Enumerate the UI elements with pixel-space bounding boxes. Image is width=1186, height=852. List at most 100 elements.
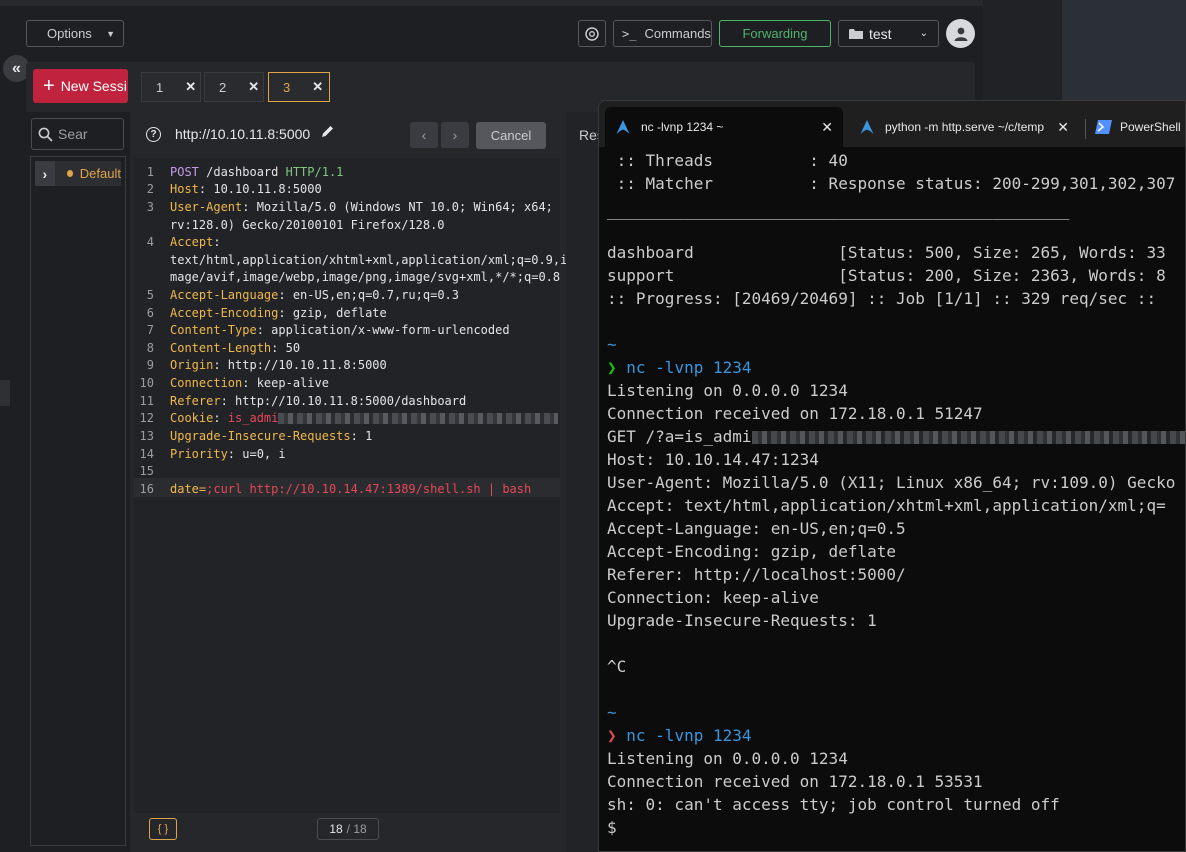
header-line: User-Agent: Mozilla/5.0 (Windows NT 10.0… xyxy=(170,200,553,214)
line-number: 12 xyxy=(139,411,154,425)
header-key: Content-Type xyxy=(170,323,257,337)
terminal-tab[interactable]: PowerShell xyxy=(1095,107,1185,147)
line-number: 15 xyxy=(139,464,154,478)
chevron-down-icon: ⌄ xyxy=(919,28,928,39)
header-key: Priority xyxy=(170,447,228,461)
terminal-line: dashboard [Status: 500, Size: 265, Words… xyxy=(607,243,1166,262)
forwarding-button[interactable]: Forwarding xyxy=(719,20,831,47)
header-value: : gzip, deflate xyxy=(278,306,387,320)
header-key: Cookie xyxy=(170,411,214,425)
terminal-tab-title: PowerShell xyxy=(1120,120,1181,134)
terminal-line: Listening on 0.0.0.0 1234 xyxy=(607,381,848,400)
terminal-line: Connection received on 172.18.0.1 51247 xyxy=(607,404,983,423)
terminal-command: nc -lvnp 1234 xyxy=(616,358,752,377)
browser-button[interactable] xyxy=(578,20,606,47)
cancel-button[interactable]: Cancel xyxy=(476,122,546,149)
header-value: : http://10.10.11.8:5000/dashboard xyxy=(220,394,467,408)
search-icon xyxy=(38,127,53,142)
previous-icon[interactable]: ‹ xyxy=(410,122,438,148)
terminal-line: :: Matcher : Response status: 200-299,30… xyxy=(607,174,1176,193)
header-line: Content-Length: 50 xyxy=(170,341,300,355)
cookie-value: is_admi xyxy=(227,411,279,425)
terminal-line: Connection received on 172.18.0.1 53531 xyxy=(607,772,983,791)
line-number: 6 xyxy=(146,306,154,320)
line-number: 13 xyxy=(139,429,154,443)
header-key: User-Agent xyxy=(170,200,243,214)
line-number: 4 xyxy=(146,235,154,249)
line-number: 2 xyxy=(146,182,154,196)
edit-icon[interactable] xyxy=(320,124,336,140)
search-input[interactable]: Sear xyxy=(31,118,124,150)
commands-button[interactable]: >_ Commands xyxy=(613,20,712,47)
terminal-line: Connection: keep-alive xyxy=(607,588,819,607)
header-key: Origin xyxy=(170,358,214,372)
status-dot-icon xyxy=(66,170,73,177)
folder-icon xyxy=(849,28,863,39)
chevron-right-icon[interactable]: › xyxy=(35,161,55,186)
close-icon[interactable]: ✕ xyxy=(312,79,323,95)
request-url[interactable]: http://10.10.11.8:5000 xyxy=(175,126,310,142)
line-number: 8 xyxy=(146,341,154,355)
terminal-line-text: GET /?a=is_admi xyxy=(607,427,752,446)
close-icon[interactable]: ✕ xyxy=(248,79,259,95)
page-total: / 18 xyxy=(346,822,367,836)
body-key: date= xyxy=(170,482,207,496)
header-key: Referer xyxy=(170,394,221,408)
header-key: Host xyxy=(170,182,199,196)
new-session-button[interactable]: + New Sessi xyxy=(33,69,128,103)
header-value-continued: mage/avif,image/webp,image/png,image/svg… xyxy=(170,270,561,284)
close-icon[interactable]: ✕ xyxy=(821,119,833,136)
format-json-button[interactable]: { } xyxy=(149,818,177,840)
header-value: : u=0, i xyxy=(227,447,286,461)
terminal-shell-prompt[interactable]: $ xyxy=(607,818,617,837)
header-value: : http://10.10.11.8:5000 xyxy=(213,358,387,372)
session-item-default[interactable]: › Default xyxy=(35,161,121,186)
page-indicator[interactable]: 18 / 18 xyxy=(317,818,379,840)
terminal-line: sh: 0: can't access tty; job control tur… xyxy=(607,795,1060,814)
terminal-line: Accept-Language: en-US,en;q=0.5 xyxy=(607,519,906,538)
header-key: Accept xyxy=(170,235,214,249)
header-line: Accept-Encoding: gzip, deflate xyxy=(170,306,387,320)
terminal-icon: >_ xyxy=(622,26,637,41)
tab-2[interactable]: 2 ✕ xyxy=(204,72,264,102)
terminal-line: support [Status: 200, Size: 2363, Words:… xyxy=(607,266,1166,285)
close-icon[interactable]: ✕ xyxy=(185,79,196,95)
header-value: : xyxy=(213,411,228,425)
terminal-line: User-Agent: Mozilla/5.0 (X11; Linux x86_… xyxy=(607,473,1176,492)
http-method: POST xyxy=(170,165,199,179)
terminal-tab-title: python -m http.serve ~/c/temp xyxy=(885,120,1045,134)
header-line: Cookie: is_admi xyxy=(170,411,559,425)
avatar[interactable] xyxy=(946,19,975,48)
terminal-tab-active[interactable]: nc -lvnp 1234 ~ ✕ xyxy=(605,107,843,147)
header-line: Accept-Language: en-US,en;q=0.7,ru;q=0.3 xyxy=(170,288,459,302)
tab-divider xyxy=(1085,119,1086,139)
user-icon xyxy=(954,27,967,41)
close-icon[interactable]: ✕ xyxy=(1057,119,1069,136)
project-selector[interactable]: test ⌄ xyxy=(838,20,939,47)
terminal-window[interactable]: nc -lvnp 1234 ~ ✕ python -m http.serve ~… xyxy=(598,100,1186,852)
prompt-icon: ❯ xyxy=(607,358,617,377)
header-line: Host: 10.10.11.8:5000 xyxy=(170,182,322,196)
header-value: : keep-alive xyxy=(242,376,329,390)
terminal-tab-title: nc -lvnp 1234 ~ xyxy=(641,120,724,134)
header-value: : xyxy=(213,235,221,249)
terminal-line: :: Threads : 40 xyxy=(607,151,848,170)
next-icon[interactable]: › xyxy=(441,122,469,148)
redacted-blur xyxy=(278,413,559,424)
header-key: Accept-Language xyxy=(170,288,279,302)
options-label: Options xyxy=(47,26,92,41)
page-current: 18 xyxy=(329,822,343,836)
terminal-tab[interactable]: python -m http.serve ~/c/temp ✕ xyxy=(851,107,1077,147)
tab-1[interactable]: 1 ✕ xyxy=(141,72,201,102)
request-editor[interactable]: 1 POST /dashboard HTTP/1.1 2 Host: 10.10… xyxy=(134,158,567,813)
line-number: 1 xyxy=(146,165,154,179)
help-icon[interactable]: ? xyxy=(146,127,161,142)
header-value: : Mozilla/5.0 (Windows NT 10.0; Win64; x… xyxy=(242,200,553,214)
line-number: 16 xyxy=(139,482,154,496)
tab-3[interactable]: 3 ✕ xyxy=(268,72,330,102)
options-dropdown[interactable]: Options ▼ xyxy=(26,20,124,47)
header-line: Connection: keep-alive xyxy=(170,376,329,390)
header-line: Referer: http://10.10.11.8:5000/dashboar… xyxy=(170,394,466,408)
tab-label: 3 xyxy=(283,79,291,95)
terminal-cwd: ~ xyxy=(607,335,617,354)
